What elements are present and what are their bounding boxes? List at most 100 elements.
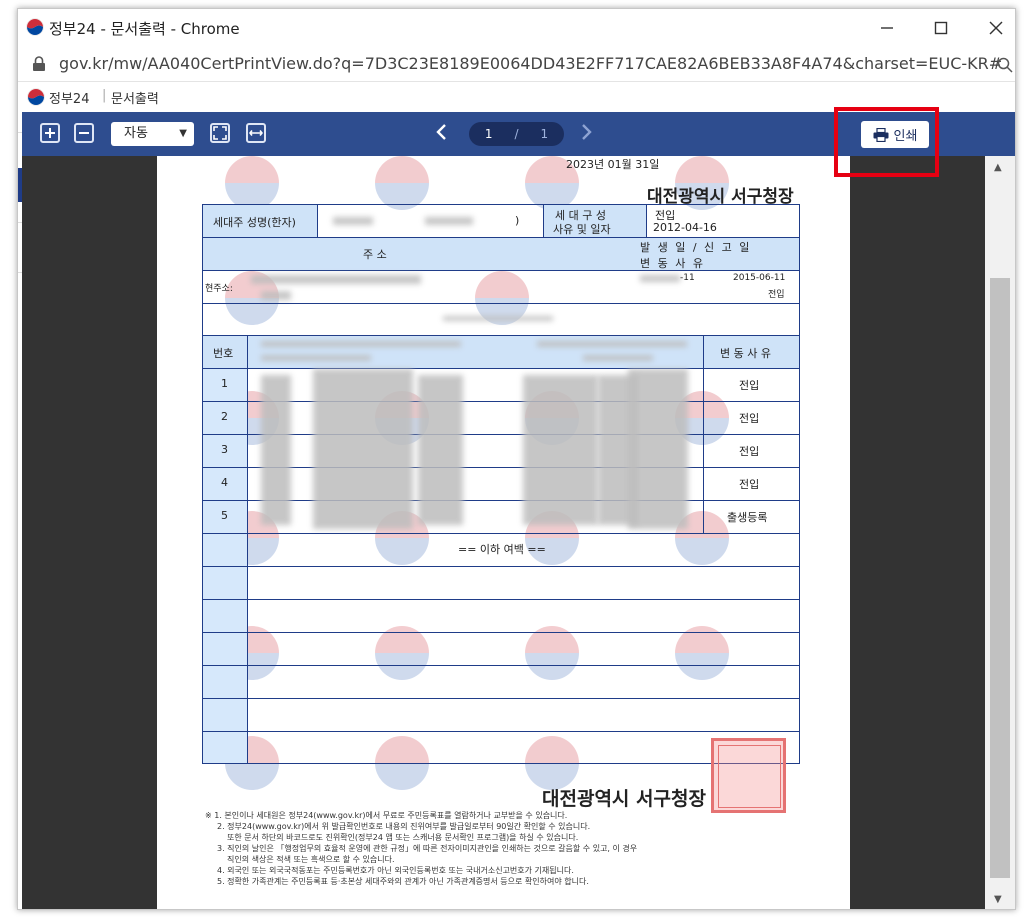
page-separator: / <box>514 127 519 141</box>
watermark-icon <box>225 156 279 210</box>
search-icon[interactable] <box>997 57 1013 73</box>
fit-page-button[interactable] <box>210 123 230 143</box>
issuer-signature: 대전광역시 서구청장 <box>542 788 706 810</box>
prev-page-button[interactable] <box>435 122 449 146</box>
end-marker: == 이하 여백 == <box>458 543 546 556</box>
page-current[interactable]: 1 <box>485 127 493 141</box>
reason-header: 변 동 사 유 <box>640 257 705 270</box>
row-number: 5 <box>221 509 228 522</box>
seal-inner <box>718 745 781 808</box>
divider <box>203 698 799 699</box>
page-total: 1 <box>540 127 549 141</box>
zoom-select[interactable]: 자동 ▼ <box>111 122 194 146</box>
gov24-logo-icon <box>26 18 44 36</box>
close-icon <box>989 21 1003 35</box>
redacted-date <box>628 369 688 529</box>
redacted-address <box>261 291 291 300</box>
composition-label-2: 사유 및 일자 <box>553 223 611 236</box>
zoom-value: 자동 <box>124 126 148 141</box>
document-viewer[interactable]: 2023년 01월 31일 대전광역시 서구청장 세대주 성명(한자) ) 세 … <box>22 156 985 909</box>
chevron-left-icon <box>436 124 446 140</box>
divider <box>317 205 318 237</box>
fit-width-icon <box>249 130 263 136</box>
row-reason: 전입 <box>739 412 760 425</box>
minus-icon <box>79 132 89 134</box>
note-line: 또한 문서 하단의 바코드로도 진위확인(정부24 앱 또는 스캐너용 문서확인… <box>227 833 579 842</box>
maximize-icon <box>934 21 948 35</box>
gov24-logo-icon <box>27 88 45 106</box>
row-number: 3 <box>221 443 228 456</box>
scroll-up-icon[interactable]: ▲ <box>994 162 1002 173</box>
redacted-name <box>313 369 413 529</box>
divider <box>203 632 799 633</box>
note-line: 3. 직인의 날인은 「행정업무의 효율적 운영에 관한 규정」에 따른 전자이… <box>217 844 638 853</box>
redacted-name <box>333 217 373 225</box>
redacted-address <box>251 275 421 284</box>
date-header: 발 생 일 / 신 고 일 <box>640 241 752 254</box>
redacted-date <box>640 275 680 282</box>
page-indicator[interactable]: 1 / 1 <box>469 122 564 146</box>
divider <box>203 434 799 435</box>
note-line: 직인의 색상은 적색 또는 흑색으로 할 수 있습니다. <box>227 855 395 864</box>
divider: | <box>102 88 107 103</box>
next-page-button[interactable] <box>579 122 593 146</box>
divider <box>543 205 544 237</box>
official-seal <box>711 738 786 813</box>
divider <box>646 205 647 237</box>
fit-page-icon <box>213 126 227 140</box>
composition-date: 2012-04-16 <box>653 221 717 234</box>
window-title: 정부24 - 문서출력 - Chrome <box>49 20 240 38</box>
divider <box>203 270 799 271</box>
plus-icon <box>45 128 55 138</box>
title-bar: 정부24 - 문서출력 - Chrome <box>18 9 1015 47</box>
redacted-header <box>261 341 461 347</box>
redacted-text <box>443 316 553 321</box>
note-line: 2. 정부24(www.gov.kr)에서 위 발급확인번호로 내용의 진위여부… <box>217 822 591 831</box>
issue-date: 2023년 01월 31일 <box>566 158 660 171</box>
note-line: 5. 정확한 가족관계는 주민등록표 등·초본상 세대주와의 관계가 아닌 가족… <box>217 877 589 886</box>
browser-window: 정부24 - 문서출력 - Chrome gov.kr/mw/AA040Cert… <box>17 8 1016 910</box>
scroll-down-icon[interactable]: ▼ <box>994 894 1002 905</box>
document-page: 2023년 01월 31일 대전광역시 서구청장 세대주 성명(한자) ) 세 … <box>157 156 850 909</box>
column-number: 번호 <box>213 347 234 360</box>
address-report-date: 2015-06-11 <box>733 273 786 283</box>
redacted-header <box>583 355 653 361</box>
redacted-relationship <box>261 375 291 525</box>
maximize-button[interactable] <box>915 9 967 47</box>
row-reason: 전입 <box>739 379 760 392</box>
redacted-id <box>418 375 463 525</box>
head-name-label: 세대주 성명(한자) <box>213 216 296 229</box>
divider <box>203 368 799 369</box>
highlight-box <box>834 107 939 177</box>
address-header: 주 소 <box>363 248 387 261</box>
note-line: 4. 외국인 또는 외국국적동포는 주민등록번호가 아닌 외국인등록번호 또는 … <box>217 866 574 875</box>
column-reason: 변 동 사 유 <box>720 347 771 360</box>
redacted-name <box>425 217 473 225</box>
notes: ※ 1. 본인이나 세대원은 정부24(www.gov.kr)에서 무료로 주민… <box>205 810 825 887</box>
divider <box>203 467 799 468</box>
divider <box>203 731 799 732</box>
fit-width-button[interactable] <box>246 123 266 143</box>
redacted-date <box>523 375 598 525</box>
row-number: 4 <box>221 476 228 489</box>
redacted-header <box>261 355 371 361</box>
site-name[interactable]: 정부24 <box>49 88 89 107</box>
page-title: 문서출력 <box>111 92 159 107</box>
address-bar[interactable]: gov.kr/mw/AA040CertPrintView.do?q=7D3C23… <box>18 47 1015 82</box>
close-button[interactable] <box>970 9 1015 47</box>
resident-register-table: 세대주 성명(한자) ) 세 대 구 성 사유 및 일자 전입 2012-04-… <box>202 204 800 764</box>
redacted-header <box>537 341 687 347</box>
watermark-icon <box>375 156 429 210</box>
head-name-close: ) <box>515 214 520 227</box>
lock-icon <box>33 56 45 71</box>
minimize-button[interactable] <box>861 9 913 47</box>
divider <box>203 566 799 567</box>
chevron-right-icon <box>582 124 592 140</box>
zoom-in-button[interactable] <box>40 123 60 143</box>
url-text[interactable]: gov.kr/mw/AA040CertPrintView.do?q=7D3C23… <box>59 54 1002 73</box>
zoom-out-button[interactable] <box>74 123 94 143</box>
vertical-scrollbar[interactable]: ▲ ▼ <box>985 156 1015 909</box>
scroll-thumb[interactable] <box>990 278 1010 878</box>
divider <box>203 599 799 600</box>
row-reason: 전입 <box>739 445 760 458</box>
